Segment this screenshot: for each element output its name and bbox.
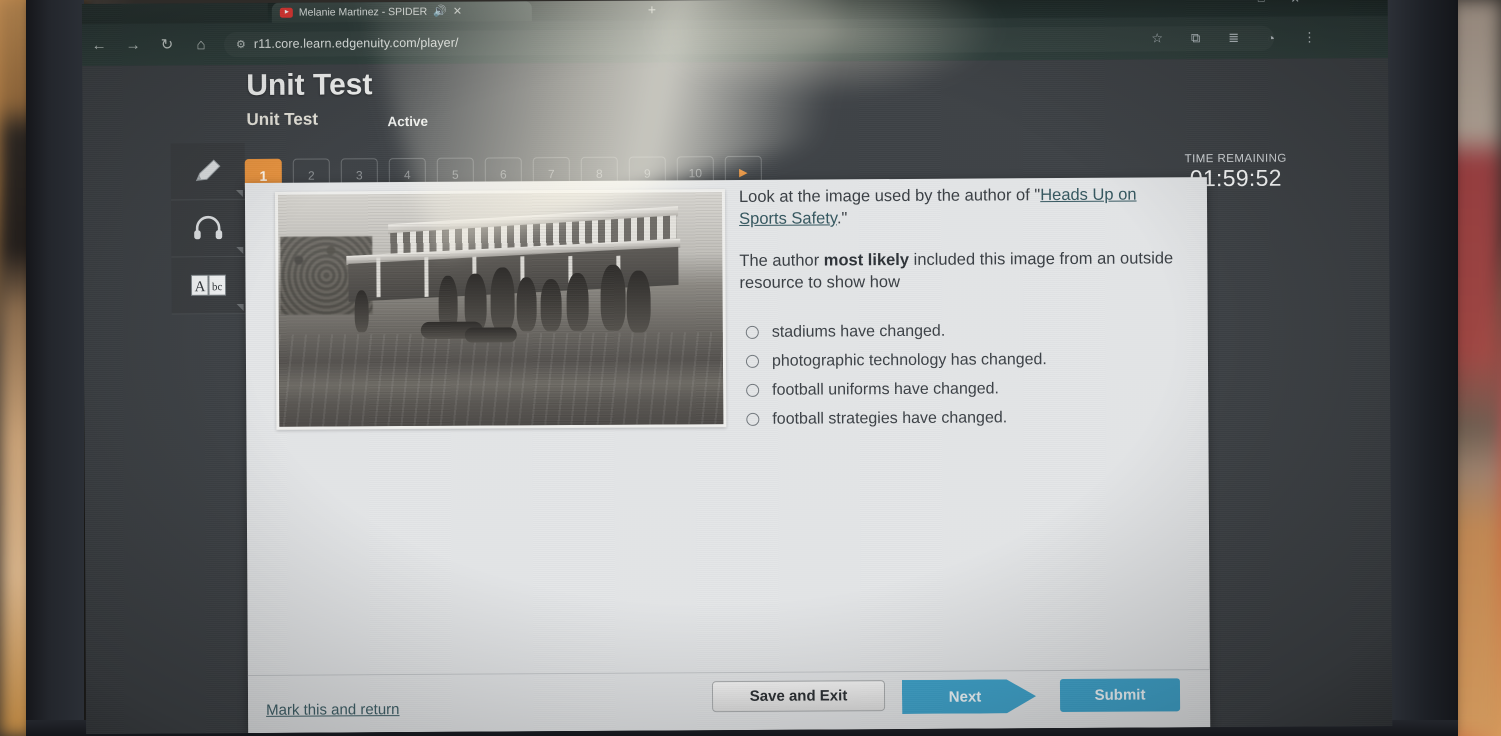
close-icon[interactable]: ✕	[453, 5, 462, 17]
forward-arrow-icon[interactable]: →	[116, 28, 150, 62]
headphones-icon	[194, 216, 223, 240]
radio-button-icon[interactable]	[745, 354, 760, 368]
save-and-exit-button[interactable]: Save and Exit	[711, 680, 886, 713]
question-text-column: Look at the image used by the author of …	[739, 183, 1181, 434]
new-tab-button[interactable]: +	[648, 1, 656, 17]
question-stem: Look at the image used by the author of …	[739, 183, 1179, 230]
answer-choice-1[interactable]: stadiums have changed.	[745, 315, 1180, 347]
submit-button[interactable]: Submit	[1059, 678, 1181, 713]
edgenuity-player: Unit Test Unit Test Active A bc 1 2 3 4 …	[82, 58, 1393, 734]
collections-icon[interactable]: ⧉	[1191, 30, 1200, 46]
radio-button-icon[interactable]	[745, 325, 759, 339]
activity-state-badge: Active	[387, 113, 429, 130]
question-image	[274, 189, 727, 430]
browser-menu-icon[interactable]: ⋮	[1303, 29, 1316, 45]
profile-avatar-icon[interactable]: ◔	[1267, 30, 1275, 45]
prompt-emphasis: most likely	[823, 250, 910, 270]
url-input[interactable]: ⚙ r11.core.learn.edgenuity.com/player/	[224, 25, 1274, 56]
close-window-icon[interactable]: ✕	[1291, 0, 1300, 6]
laptop-bezel-right	[1386, 0, 1458, 736]
svg-text:bc: bc	[212, 281, 223, 293]
url-text: r11.core.learn.edgenuity.com/player/	[253, 35, 459, 51]
question-prompt: The author most likely included this ima…	[739, 247, 1179, 294]
laptop-bezel-left	[26, 0, 84, 736]
radio-button-icon[interactable]	[746, 412, 760, 426]
home-icon[interactable]: ⌂	[184, 27, 218, 61]
site-permissions-icon[interactable]: ⚙	[236, 37, 246, 50]
youtube-icon	[279, 7, 293, 18]
stem-prefix: Look at the image used by the author of …	[738, 186, 1041, 206]
minimize-icon[interactable]: —	[1221, 0, 1232, 6]
pencil-icon	[195, 159, 221, 182]
mark-this-and-return-link[interactable]: Mark this and return	[266, 701, 399, 719]
speaker-icon[interactable]: 🔊	[433, 5, 447, 17]
answer-choice-label: photographic technology has changed.	[771, 350, 1047, 370]
football-photo	[277, 192, 724, 427]
maximize-icon[interactable]: □	[1258, 0, 1265, 6]
answer-choice-label: football strategies have changed.	[772, 408, 1008, 428]
reload-icon[interactable]: ↻	[150, 27, 184, 61]
next-button[interactable]: Next	[902, 679, 1036, 714]
prompt-before: The author	[739, 251, 824, 270]
browser-tab[interactable]: Melanie Martinez - SPIDER 🔊 ✕	[271, 1, 532, 23]
tool-rail: A bc	[170, 143, 246, 315]
favorite-star-icon[interactable]: ☆	[1151, 30, 1163, 46]
answer-choice-label: stadiums have changed.	[771, 322, 946, 341]
timer-label: TIME REMAINING	[1184, 152, 1287, 166]
browser-window: Melanie Martinez - SPIDER 🔊 ✕ + ← → ↻ ⌂ …	[81, 0, 1393, 734]
stem-suffix: ."	[836, 209, 848, 228]
assignment-name: Unit Test	[246, 109, 319, 129]
answer-choice-label: football uniforms have changed.	[772, 379, 1000, 399]
highlighter-tool[interactable]	[170, 143, 245, 201]
answer-choice-4[interactable]: football strategies have changed.	[746, 402, 1180, 434]
text-to-speech-tool[interactable]	[170, 200, 246, 258]
answer-choice-2[interactable]: photographic technology has changed.	[745, 344, 1180, 376]
tab-title: Melanie Martinez - SPIDER	[298, 5, 428, 19]
reading-list-icon[interactable]: ≣	[1228, 30, 1239, 46]
question-panel: Look at the image used by the author of …	[244, 177, 1211, 733]
question-body: Look at the image used by the author of …	[245, 177, 1210, 675]
glossary-tool[interactable]: A bc	[171, 257, 246, 315]
svg-text:A: A	[195, 279, 206, 295]
tab-strip-left-area	[81, 2, 268, 24]
radio-button-icon[interactable]	[746, 383, 760, 397]
browser-toolbar-icons: ☆ ⧉ ≣ ◔ ⋮	[1151, 29, 1316, 46]
page-title: Unit Test	[246, 68, 373, 102]
back-arrow-icon[interactable]: ←	[82, 28, 116, 62]
panel-footer: Mark this and return Save and Exit Next …	[247, 669, 1211, 733]
dictionary-book-icon: A bc	[190, 274, 227, 296]
window-controls: — □ ✕	[1221, 0, 1300, 6]
answer-choices: stadiums have changed. photographic tech…	[745, 315, 1181, 434]
photo-grain	[277, 192, 724, 427]
answer-choice-3[interactable]: football uniforms have changed.	[746, 373, 1180, 405]
